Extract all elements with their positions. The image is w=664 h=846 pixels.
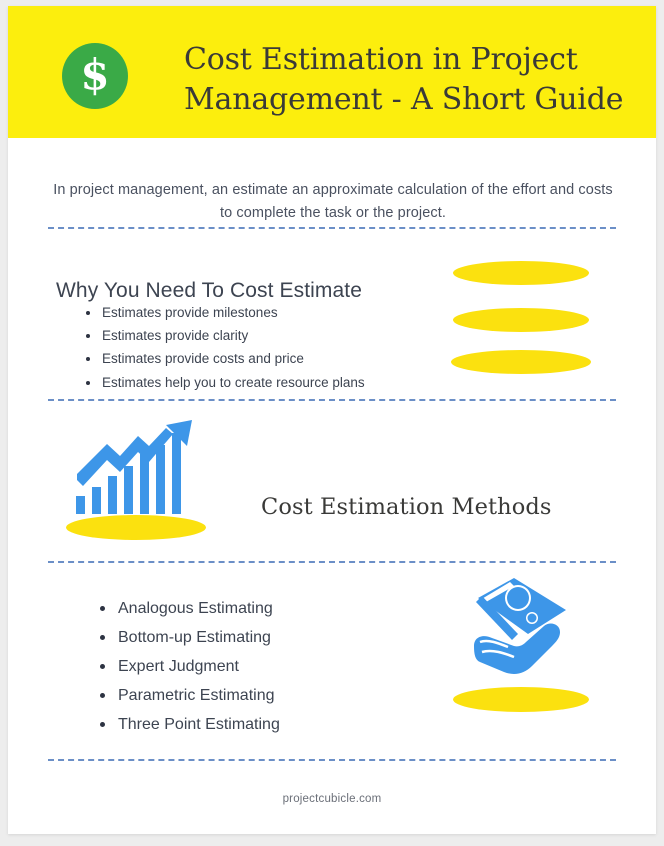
list-item: Bottom-up Estimating [98,623,428,652]
why-section-heading: Why You Need To Cost Estimate [56,279,363,303]
list-item: Estimates provide clarity [84,324,464,347]
header-banner: $ Cost Estimation in Project Management … [8,6,656,138]
divider-4 [48,759,616,761]
list-item: Three Point Estimating [98,710,428,739]
divider-3 [48,561,616,563]
decorative-ellipse [453,308,589,332]
decorative-ellipse [453,261,589,285]
list-item: Expert Judgment [98,652,428,681]
list-item: Parametric Estimating [98,681,428,710]
decorative-ellipse [453,687,589,712]
dollar-sign-icon: $ [62,43,128,109]
infographic-page: $ Cost Estimation in Project Management … [8,6,656,834]
list-item: Analogous Estimating [98,594,428,623]
why-section-list: Estimates provide milestones Estimates p… [66,301,464,394]
list-item: Estimates provide costs and price [84,347,464,370]
list-item: Estimates help you to create resource pl… [84,371,464,394]
dollar-glyph: $ [80,50,110,99]
decorative-ellipse [66,515,206,540]
footer-source: projectcubicle.com [282,793,382,805]
page-title: Cost Estimation in Project Management - … [184,42,624,117]
decorative-ellipse [451,350,591,374]
intro-paragraph: In project management, an estimate an ap… [53,181,613,221]
divider-2 [48,399,616,401]
methods-section-list: Analogous Estimating Bottom-up Estimatin… [80,594,428,739]
hand-holding-money-icon [474,578,566,674]
divider-1 [48,227,616,229]
methods-section-heading: Cost Estimation Methods [261,493,552,520]
list-item: Estimates provide milestones [84,301,464,324]
growth-bar-chart-icon [76,420,192,514]
